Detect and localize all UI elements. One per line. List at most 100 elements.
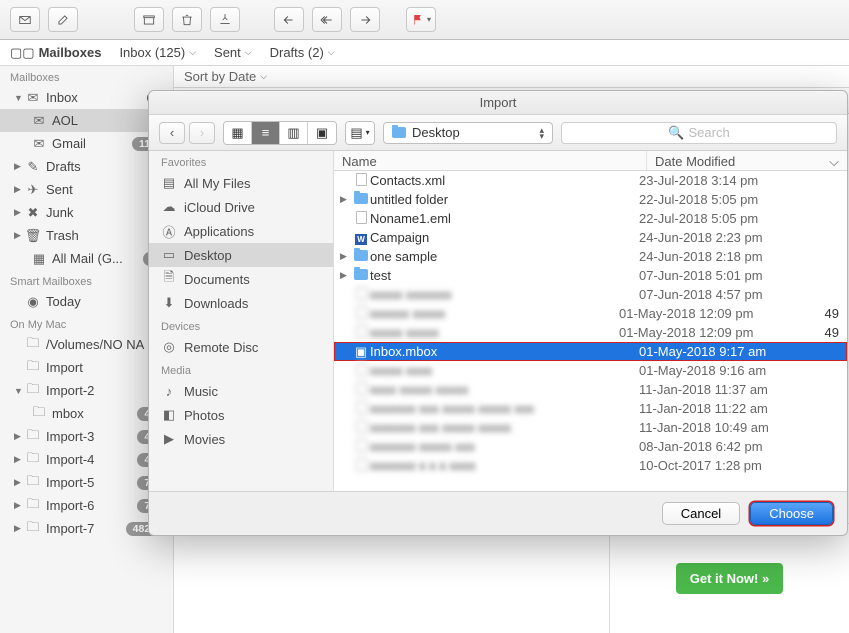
file-date: 22-Jul-2018 5:05 pm [639, 192, 839, 207]
file-row[interactable]: ▶one sample24-Jun-2018 2:18 pm [334, 247, 847, 266]
fav-icloud[interactable]: ☁iCloud Drive [149, 195, 333, 219]
choose-button[interactable]: Choose [750, 502, 833, 525]
view-list-icon[interactable]: ≡ [252, 122, 280, 144]
inbox-dropdown[interactable]: Inbox (125)⌵ [119, 45, 196, 60]
file-row[interactable]: xxxxx xxxx01-May-2018 9:16 am [334, 361, 847, 380]
file-row[interactable]: xxxxxxx xxxxx xxx08-Jan-2018 6:42 pm [334, 437, 847, 456]
fav-photos[interactable]: ◧Photos [149, 403, 333, 427]
file-name: xxxxx xxxx [370, 363, 639, 378]
file-name: Contacts.xml [370, 173, 639, 188]
col-date[interactable]: Date Modified⌵ [647, 151, 847, 170]
file-name: xxxxxxx xxx xxxxx xxxxx xxx [370, 401, 639, 416]
compose-icon[interactable] [48, 7, 78, 32]
finder-sidebar: Favorites ▤All My Files ☁iCloud Drive ⒶA… [149, 151, 334, 491]
file-date: 23-Jul-2018 3:14 pm [639, 173, 839, 188]
file-list-area: Name Date Modified⌵ Contacts.xml23-Jul-2… [334, 151, 847, 491]
location-dropdown[interactable]: Desktop ▴▾ [383, 122, 553, 144]
fav-remote[interactable]: ◎Remote Disc [149, 335, 333, 359]
file-name: test [370, 268, 639, 283]
preview-panel: Get it Now! » [609, 523, 849, 633]
junk-icon[interactable] [210, 7, 240, 32]
file-name: Inbox.mbox [370, 344, 639, 359]
search-input[interactable]: 🔍 Search [561, 122, 837, 144]
file-name: xxxxxxx xxxxx xxx [370, 439, 639, 454]
inbox-icon[interactable] [10, 7, 40, 32]
fav-movies[interactable]: ▶Movies [149, 427, 333, 451]
dialog-title: Import [149, 91, 847, 115]
file-date: 08-Jan-2018 6:42 pm [639, 439, 839, 454]
fav-docs[interactable]: 🗎Documents [149, 267, 333, 291]
file-name: Noname1.eml [370, 211, 639, 226]
file-row[interactable]: WCampaign24-Jun-2018 2:23 pm [334, 228, 847, 247]
search-icon: 🔍 [668, 125, 684, 141]
file-row[interactable]: ▣Inbox.mbox01-May-2018 9:17 am [334, 342, 847, 361]
file-date: 01-May-2018 12:09 pm [619, 306, 819, 321]
back-button[interactable]: ‹ [159, 122, 185, 144]
sort-bar[interactable]: Sort by Date⌵ [174, 66, 849, 88]
chevron-down-icon: ⌵ [829, 154, 839, 167]
file-row[interactable]: Contacts.xml23-Jul-2018 3:14 pm [334, 171, 847, 190]
file-icon: ▣ [352, 344, 370, 360]
drafts-dropdown[interactable]: Drafts (2)⌵ [270, 45, 335, 60]
fav-music[interactable]: ♪Music [149, 379, 333, 403]
forward-icon[interactable] [350, 7, 380, 32]
file-row[interactable]: xxxxx xxxxx01-May-2018 12:09 pm49 [334, 323, 847, 342]
file-date: 01-May-2018 12:09 pm [619, 325, 819, 340]
file-row[interactable]: xxxxxxx x x x xxxx10-Oct-2017 1:28 pm [334, 456, 847, 475]
file-name: xxxxx xxxxxxx [370, 287, 639, 302]
file-name: xxxxxx xxxxx [370, 306, 619, 321]
file-icon [352, 249, 370, 264]
file-date: 10-Oct-2017 1:28 pm [639, 458, 839, 473]
cancel-button[interactable]: Cancel [662, 502, 740, 525]
file-icon [352, 192, 370, 207]
file-row[interactable]: xxxxx xxxxxxx07-Jun-2018 4:57 pm [334, 285, 847, 304]
file-date: 24-Jun-2018 2:23 pm [639, 230, 839, 245]
fav-desktop[interactable]: ▭Desktop [149, 243, 333, 267]
dialog-footer: Cancel Choose [149, 491, 847, 535]
reply-all-icon[interactable] [312, 7, 342, 32]
get-it-now-button[interactable]: Get it Now! » [676, 563, 783, 594]
file-row[interactable]: xxxxxxx xxx xxxxx xxxxx11-Jan-2018 10:49… [334, 418, 847, 437]
import-dialog: Import ‹ › ▦ ≡ ▥ ▣ ▤ ▾ Desktop ▴▾ 🔍 Sear… [148, 90, 848, 536]
view-mode-segmented[interactable]: ▦ ≡ ▥ ▣ [223, 121, 337, 145]
view-icons-icon[interactable]: ▦ [224, 122, 252, 144]
file-row[interactable]: ▶untitled folder22-Jul-2018 5:05 pm [334, 190, 847, 209]
chevron-updown-icon: ▴▾ [539, 127, 544, 139]
file-row[interactable]: ▶test07-Jun-2018 5:01 pm [334, 266, 847, 285]
file-icon [352, 458, 370, 474]
group-dropdown[interactable]: ▤ ▾ [345, 121, 375, 145]
dialog-toolbar: ‹ › ▦ ≡ ▥ ▣ ▤ ▾ Desktop ▴▾ 🔍 Search [149, 115, 847, 151]
file-date: 01-May-2018 9:16 am [639, 363, 839, 378]
file-list-header: Name Date Modified⌵ [334, 151, 847, 171]
fav-apps[interactable]: ⒶApplications [149, 219, 333, 243]
file-icon [352, 306, 370, 322]
col-name[interactable]: Name [334, 151, 647, 170]
file-name: xxxxx xxxxx [370, 325, 619, 340]
file-icon [352, 325, 370, 341]
section-mailboxes: Mailboxes [0, 66, 173, 86]
fav-downloads[interactable]: ⬇Downloads [149, 291, 333, 315]
file-row[interactable]: xxxxxx xxxxx01-May-2018 12:09 pm49 [334, 304, 847, 323]
file-row[interactable]: Noname1.eml22-Jul-2018 5:05 pm [334, 209, 847, 228]
favorites-header: Favorites [149, 151, 333, 171]
mailboxes-toggle[interactable]: ▢▢Mailboxes [10, 45, 101, 61]
file-date: 11-Jan-2018 11:37 am [639, 382, 839, 397]
folder-icon [392, 127, 406, 138]
reply-icon[interactable] [274, 7, 304, 32]
devices-header: Devices [149, 315, 333, 335]
forward-button[interactable]: › [189, 122, 215, 144]
view-columns-icon[interactable]: ▥ [280, 122, 308, 144]
flag-icon[interactable]: ▾ [406, 7, 436, 32]
file-row[interactable]: xxxx xxxxx xxxxx11-Jan-2018 11:37 am [334, 380, 847, 399]
file-row[interactable]: xxxxxxx xxx xxxxx xxxxx xxx11-Jan-2018 1… [334, 399, 847, 418]
file-name: xxxxxxx xxx xxxxx xxxxx [370, 420, 639, 435]
fav-allfiles[interactable]: ▤All My Files [149, 171, 333, 195]
trash-icon[interactable] [172, 7, 202, 32]
sub-toolbar: ▢▢Mailboxes Inbox (125)⌵ Sent⌵ Drafts (2… [0, 40, 849, 66]
archive-icon[interactable] [134, 7, 164, 32]
file-icon [352, 363, 370, 379]
file-date: 01-May-2018 9:17 am [639, 344, 839, 359]
sent-dropdown[interactable]: Sent⌵ [214, 45, 252, 60]
file-date: 22-Jul-2018 5:05 pm [639, 211, 839, 226]
view-gallery-icon[interactable]: ▣ [308, 122, 336, 144]
